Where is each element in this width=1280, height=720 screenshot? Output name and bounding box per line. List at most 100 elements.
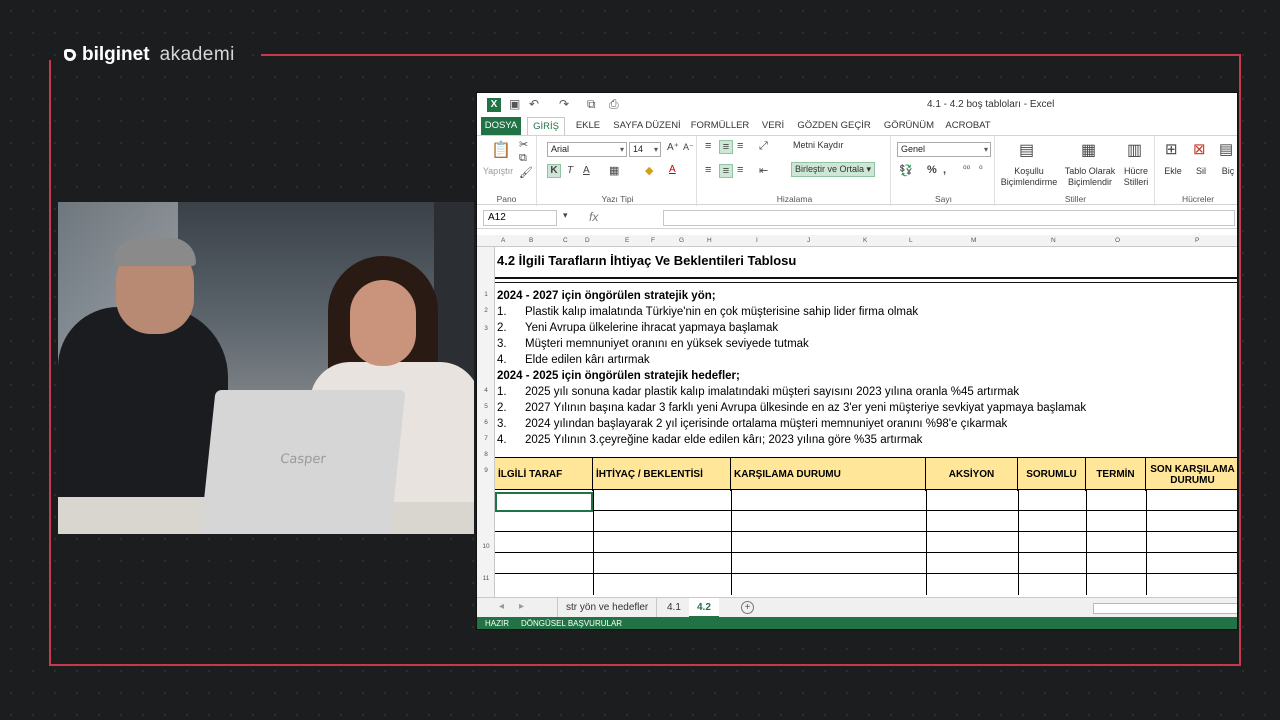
- header-termin[interactable]: TERMİN: [1086, 458, 1146, 491]
- borders-icon[interactable]: ▦: [609, 164, 619, 177]
- conditional-format-icon[interactable]: ▤: [1019, 140, 1034, 160]
- col-header[interactable]: N: [1051, 235, 1056, 247]
- font-color-icon[interactable]: A: [669, 164, 676, 175]
- row-header[interactable]: 11: [477, 575, 495, 582]
- table-row[interactable]: [495, 511, 1237, 532]
- font-size-select[interactable]: 14: [629, 142, 661, 157]
- format-cells-button[interactable]: Biç: [1217, 166, 1237, 177]
- orientation-icon[interactable]: ⤢: [759, 140, 768, 153]
- fill-color-icon[interactable]: ◆: [645, 164, 653, 177]
- function-icon[interactable]: fx: [589, 210, 598, 224]
- formula-input[interactable]: [663, 210, 1235, 226]
- row-header[interactable]: 6: [477, 419, 495, 426]
- row-header[interactable]: 5: [477, 403, 495, 410]
- col-header[interactable]: F: [651, 235, 655, 247]
- page-layout-icon[interactable]: ⧉: [587, 97, 596, 112]
- header-aksiyon[interactable]: AKSİYON: [926, 458, 1018, 491]
- tab-gozden-gecir[interactable]: GÖZDEN GEÇİR: [795, 117, 873, 135]
- currency-icon[interactable]: 💱: [899, 164, 913, 177]
- save-icon[interactable]: ▣: [509, 97, 520, 111]
- col-header[interactable]: A: [501, 235, 505, 247]
- increase-font-icon[interactable]: A⁺: [667, 142, 679, 153]
- align-center-icon[interactable]: ≡: [719, 164, 733, 178]
- merge-center-button[interactable]: Birleştir ve Ortala ▾: [791, 162, 876, 177]
- header-ihtiyac[interactable]: İHTİYAÇ / BEKLENTİSİ: [593, 458, 731, 491]
- table-row[interactable]: [495, 532, 1237, 553]
- tab-giris[interactable]: GİRİŞ: [527, 117, 565, 135]
- tab-ekle[interactable]: EKLE: [571, 117, 605, 135]
- delete-cells-icon[interactable]: ⊠: [1193, 140, 1206, 158]
- undo-icon[interactable]: ↶: [529, 97, 539, 111]
- cut-icon[interactable]: ✂: [519, 138, 528, 151]
- wrap-text-button[interactable]: Metni Kaydır: [793, 140, 844, 151]
- sheet-tab-str[interactable]: str yön ve hedefler: [557, 598, 658, 618]
- conditional-format-button[interactable]: Koşullu Biçimlendirme: [997, 166, 1061, 188]
- delete-cells-button[interactable]: Sil: [1191, 166, 1211, 177]
- col-header[interactable]: P: [1195, 235, 1199, 247]
- paste-button[interactable]: Yapıştır: [481, 166, 515, 177]
- copy-icon[interactable]: ⧉: [519, 152, 527, 165]
- decrease-font-icon[interactable]: A⁻: [683, 142, 694, 153]
- insert-cells-icon[interactable]: ⊞: [1165, 140, 1178, 158]
- insert-cells-button[interactable]: Ekle: [1161, 166, 1185, 177]
- add-sheet-icon[interactable]: +: [741, 601, 754, 614]
- col-header[interactable]: M: [971, 235, 976, 247]
- col-header[interactable]: B: [529, 235, 533, 247]
- table-row[interactable]: [495, 490, 1237, 511]
- cell-styles-icon[interactable]: ▥: [1127, 140, 1142, 160]
- number-format-select[interactable]: Genel: [897, 142, 991, 157]
- row-header[interactable]: 2: [477, 307, 495, 314]
- italic-icon[interactable]: T: [567, 165, 573, 176]
- tab-veri[interactable]: VERİ: [759, 117, 787, 135]
- table-row[interactable]: [495, 553, 1237, 574]
- col-header[interactable]: I: [756, 235, 758, 247]
- sheet-tab-42[interactable]: 4.2: [689, 598, 719, 618]
- format-painter-icon[interactable]: 🖌: [519, 166, 533, 179]
- align-middle-icon[interactable]: ≡: [719, 140, 733, 154]
- prev-sheet-icon[interactable]: ◂: [499, 601, 504, 612]
- col-header[interactable]: E: [625, 235, 629, 247]
- col-header[interactable]: O: [1115, 235, 1120, 247]
- col-header[interactable]: C: [563, 235, 568, 247]
- format-as-table-button[interactable]: Tablo Olarak Biçimlendir: [1063, 166, 1117, 188]
- header-ilgili-taraf[interactable]: İLGİLİ TARAF: [495, 458, 593, 491]
- col-header[interactable]: K: [863, 235, 867, 247]
- selected-cell[interactable]: [495, 492, 593, 512]
- tab-dosya[interactable]: DOSYA: [481, 117, 521, 135]
- tab-sayfa-duzeni[interactable]: SAYFA DÜZENİ: [611, 117, 683, 135]
- underline-icon[interactable]: A: [583, 165, 590, 176]
- name-box[interactable]: A12: [483, 210, 557, 226]
- worksheet[interactable]: 4.2 İlgili Tarafların İhtiyaç Ve Beklent…: [495, 247, 1237, 597]
- row-header[interactable]: 3: [477, 325, 495, 332]
- comma-style-icon[interactable]: ,: [943, 164, 946, 176]
- row-header[interactable]: 1: [477, 291, 495, 298]
- paste-icon[interactable]: 📋: [491, 140, 511, 160]
- col-header[interactable]: D: [585, 235, 590, 247]
- cell-styles-button[interactable]: Hücre Stilleri: [1119, 166, 1153, 188]
- header-son-karsilama[interactable]: SON KARŞILAMA DURUMU: [1146, 458, 1237, 491]
- redo-icon[interactable]: ↷: [559, 97, 569, 111]
- col-header[interactable]: L: [909, 235, 913, 247]
- font-name-select[interactable]: Arial: [547, 142, 627, 157]
- print-preview-icon[interactable]: ⎙: [609, 97, 619, 112]
- bold-icon[interactable]: K: [547, 164, 561, 178]
- name-box-dropdown-icon[interactable]: ▾: [563, 210, 568, 221]
- percent-icon[interactable]: %: [927, 164, 937, 176]
- row-header[interactable]: 7: [477, 435, 495, 442]
- increase-decimal-icon[interactable]: ⁰⁰: [963, 164, 970, 175]
- row-header[interactable]: 4: [477, 387, 495, 394]
- horizontal-scrollbar[interactable]: [1093, 603, 1237, 614]
- format-as-table-icon[interactable]: ▦: [1081, 140, 1096, 160]
- align-top-icon[interactable]: ≡: [705, 140, 711, 152]
- table-row[interactable]: [495, 574, 1237, 595]
- row-header[interactable]: 8: [477, 451, 495, 458]
- row-header[interactable]: 9: [477, 467, 495, 474]
- row-header[interactable]: 10: [477, 543, 495, 550]
- indent-icon[interactable]: ⇤: [759, 164, 768, 177]
- col-header[interactable]: H: [707, 235, 712, 247]
- header-sorumlu[interactable]: SORUMLU: [1018, 458, 1086, 491]
- align-left-icon[interactable]: ≡: [705, 164, 711, 176]
- align-bottom-icon[interactable]: ≡: [737, 140, 743, 152]
- next-sheet-icon[interactable]: ▸: [519, 601, 524, 612]
- header-karsilama[interactable]: KARŞILAMA DURUMU: [731, 458, 926, 491]
